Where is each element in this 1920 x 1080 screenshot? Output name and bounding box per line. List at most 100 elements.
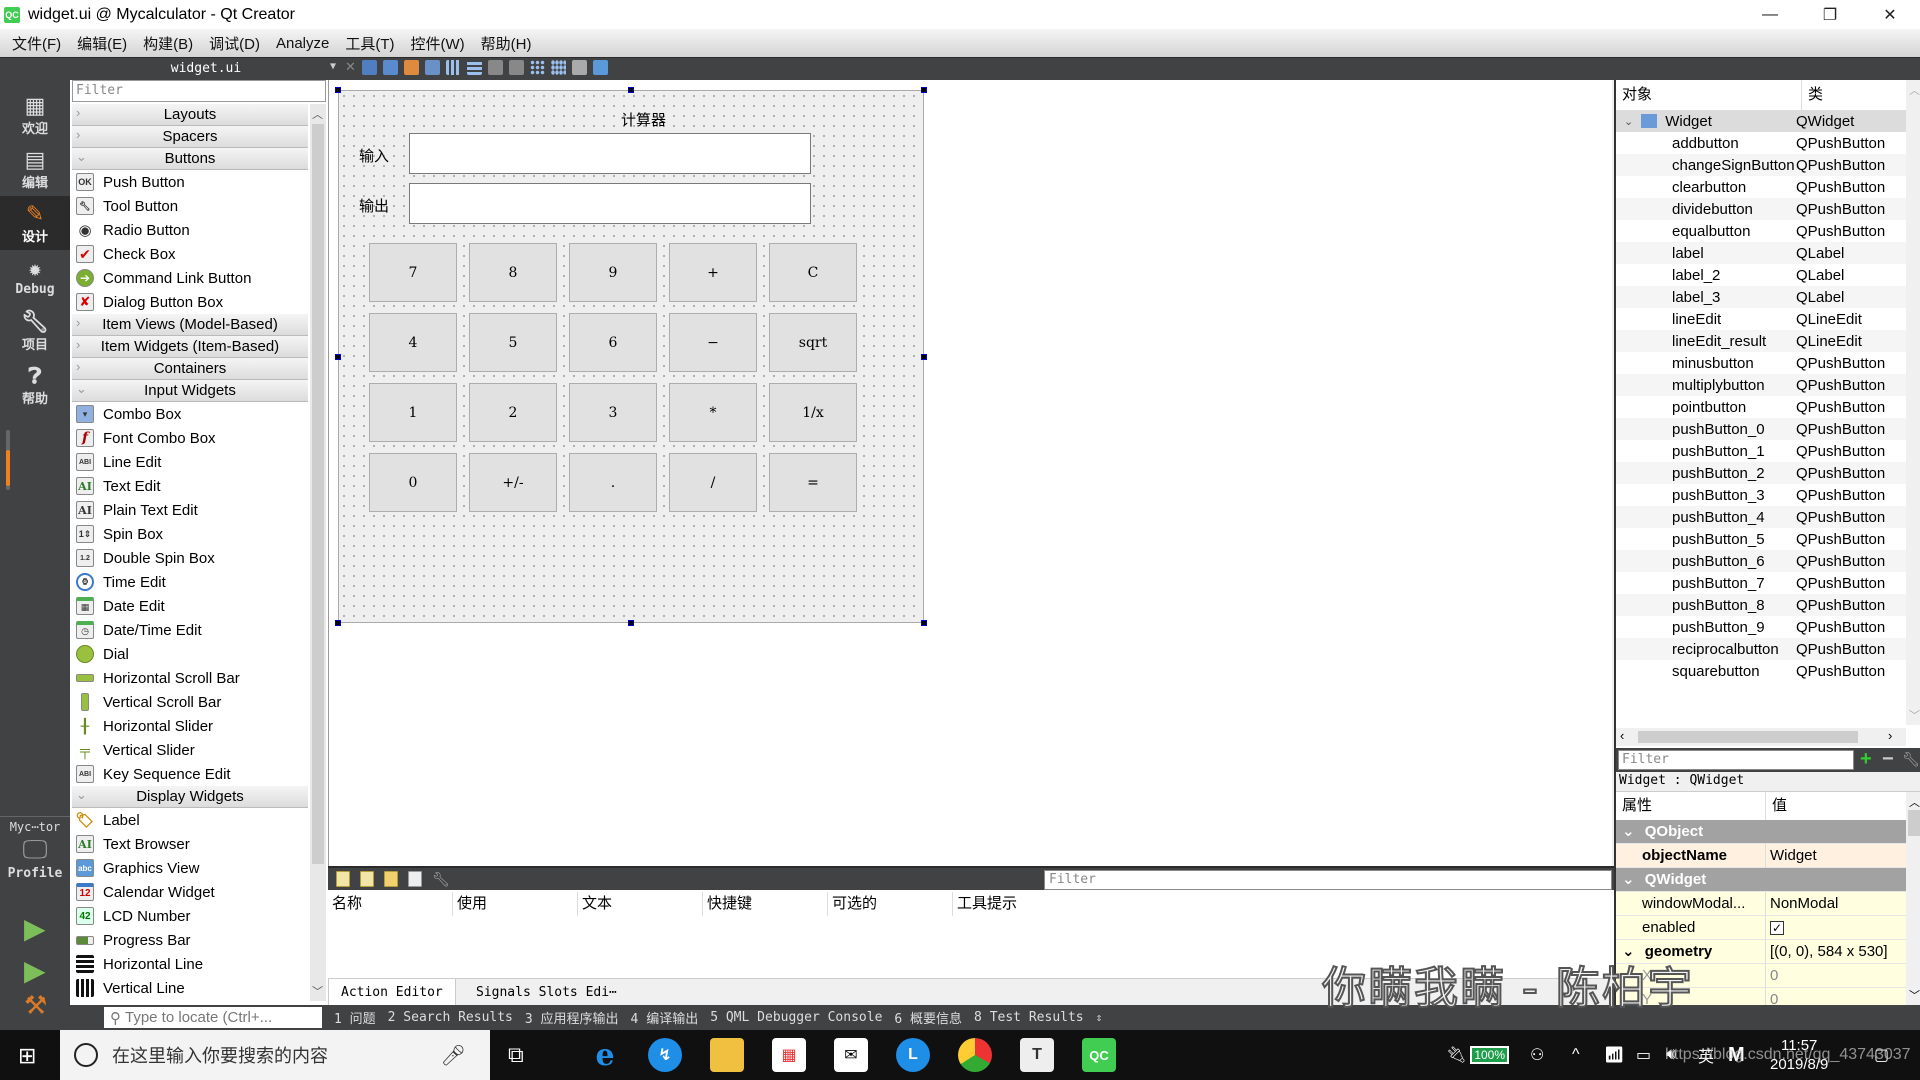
form-title-label[interactable]: 计算器	[621, 109, 666, 130]
widget-time-edit[interactable]: ⌚︎ Time Edit	[72, 570, 308, 594]
output-label[interactable]: 输出	[359, 195, 389, 216]
wifi-icon[interactable]: 📶︎	[1604, 1030, 1624, 1080]
copy-action-icon[interactable]	[360, 871, 374, 887]
input-line-edit[interactable]	[409, 133, 811, 174]
widget-double-spin-box[interactable]: 1.2 Double Spin Box	[72, 546, 308, 570]
widget-filter-input[interactable]: Filter	[72, 80, 326, 102]
locator-input[interactable]: ⚲ Type to locate (Ctrl+...	[104, 1007, 322, 1028]
edit-widgets-icon[interactable]	[361, 59, 377, 75]
button-8[interactable]: 8	[469, 243, 557, 302]
column-value[interactable]: 值	[1766, 792, 1787, 820]
scrollbar-thumb[interactable]	[312, 124, 324, 864]
battery-indicator[interactable]: 🔌︎ 100%	[1446, 1030, 1510, 1080]
widget-dial[interactable]: Dial	[72, 642, 308, 666]
category-containers[interactable]: › Containers	[72, 358, 308, 380]
column-tooltip[interactable]: 工具提示	[953, 892, 1078, 916]
chrome-icon[interactable]	[958, 1038, 992, 1072]
equal-button[interactable]: =	[769, 453, 857, 512]
resize-handle-top-left[interactable]	[335, 87, 341, 93]
task-view-icon[interactable]: ⧉	[508, 1042, 524, 1068]
edit-tab-order-icon[interactable]	[424, 59, 440, 75]
widget-text-edit[interactable]: AI Text Edit	[72, 474, 308, 498]
tree-item[interactable]: reciprocalbutton QPushButton	[1616, 638, 1906, 660]
point-button[interactable]: .	[569, 453, 657, 512]
tree-item[interactable]: dividebutton QPushButton	[1616, 198, 1906, 220]
category-input-widgets[interactable]: ⌄ Input Widgets	[72, 380, 308, 402]
layout-vertical-icon[interactable]	[466, 59, 482, 75]
button-6[interactable]: 6	[569, 313, 657, 372]
widget-date-edit[interactable]: ▦ Date Edit	[72, 594, 308, 618]
property-row[interactable]: windowModal... NonModal	[1616, 891, 1906, 916]
scroll-down-icon[interactable]: ﹀	[1909, 707, 1920, 723]
widget-lcd-number[interactable]: 42 LCD Number	[72, 904, 308, 928]
chevron-down-icon[interactable]: ⌄	[1622, 823, 1639, 840]
layout-horizontal-icon[interactable]	[445, 59, 461, 75]
column-name[interactable]: 名称	[328, 892, 453, 916]
resize-handle-top-right[interactable]	[921, 87, 927, 93]
scroll-up-icon[interactable]: ︿	[312, 106, 323, 122]
tree-item[interactable]: label_3 QLabel	[1616, 286, 1906, 308]
chevron-down-icon[interactable]: ⌄	[1622, 871, 1639, 888]
widget-tool-button[interactable]: 🔧︎ Tool Button	[72, 194, 308, 218]
column-class[interactable]: 类	[1802, 80, 1823, 110]
tree-item[interactable]: label QLabel	[1616, 242, 1906, 264]
property-filter-input[interactable]: Filter	[1618, 750, 1854, 770]
clear-button[interactable]: C	[769, 243, 857, 302]
column-object[interactable]: 对象	[1616, 80, 1802, 110]
widget-dialog-button-box[interactable]: ✘ Dialog Button Box	[72, 290, 308, 314]
widget-horizontal-line[interactable]: Horizontal Line	[72, 952, 308, 976]
tab-action-editor[interactable]: Action Editor	[328, 979, 456, 1006]
widget-datetime-edit[interactable]: ◷ Date/Time Edit	[72, 618, 308, 642]
mode-help[interactable]: ❓︎ 帮助	[0, 358, 70, 412]
property-group[interactable]: ⌄ QObject	[1616, 820, 1906, 844]
scroll-up-icon[interactable]: ︿	[1909, 794, 1920, 810]
layout-grid-icon[interactable]	[529, 59, 545, 75]
category-display-widgets[interactable]: ⌄ Display Widgets	[72, 786, 308, 808]
tree-item[interactable]: addbutton QPushButton	[1616, 132, 1906, 154]
tree-item[interactable]: pushButton_8 QPushButton	[1616, 594, 1906, 616]
store-icon[interactable]: ▦	[772, 1038, 806, 1072]
windows-start-icon[interactable]: ⊞	[18, 1043, 36, 1069]
widget-text-browser[interactable]: AI Text Browser	[72, 832, 308, 856]
more-tabs-icon[interactable]: ⇕	[1096, 1011, 1103, 1024]
menu-analyze[interactable]: Analyze	[268, 35, 337, 52]
new-action-icon[interactable]	[336, 871, 350, 887]
button-4[interactable]: 4	[369, 313, 457, 372]
column-checkable[interactable]: 可选的	[828, 892, 953, 916]
column-used[interactable]: 使用	[453, 892, 578, 916]
file-explorer-icon[interactable]	[710, 1038, 744, 1072]
multiply-button[interactable]: *	[669, 383, 757, 442]
scroll-left-icon[interactable]: ‹	[1620, 728, 1624, 743]
sqrt-button[interactable]: sqrt	[769, 313, 857, 372]
tree-item[interactable]: pushButton_4 QPushButton	[1616, 506, 1906, 528]
input-label[interactable]: 输入	[359, 145, 389, 166]
widget-spin-box[interactable]: 1⇕ Spin Box	[72, 522, 308, 546]
mode-welcome[interactable]: ▦ 欢迎	[0, 88, 70, 142]
adjust-size-icon[interactable]	[592, 59, 608, 75]
tree-item[interactable]: pushButton_0 QPushButton	[1616, 418, 1906, 440]
battery-icon[interactable]: ▭	[1636, 1030, 1651, 1080]
property-editor-vscroll[interactable]: ︿ ﹀	[1906, 792, 1920, 1005]
tree-item[interactable]: pushButton_2 QPushButton	[1616, 462, 1906, 484]
property-row[interactable]: objectName Widget	[1616, 843, 1906, 868]
remove-dynamic-property-icon[interactable]: −	[1882, 748, 1894, 771]
widget-vertical-line[interactable]: Vertical Line	[72, 976, 308, 1000]
configure-wrench-icon[interactable]: 🔧︎	[1902, 751, 1920, 768]
widget-push-button[interactable]: OK Push Button	[72, 170, 308, 194]
button-3[interactable]: 3	[569, 383, 657, 442]
menu-tools[interactable]: 工具(T)	[337, 33, 402, 54]
edge-icon[interactable]: e	[588, 1038, 622, 1073]
widget-plain-text-edit[interactable]: AI Plain Text Edit	[72, 498, 308, 522]
category-item-views[interactable]: › Item Views (Model-Based)	[72, 314, 308, 336]
configure-wrench-icon[interactable]: 🔧︎	[432, 871, 450, 888]
column-text[interactable]: 文本	[578, 892, 703, 916]
tree-root-widget[interactable]: ⌄ Widget QWidget	[1616, 110, 1906, 132]
button-1[interactable]: 1	[369, 383, 457, 442]
tree-item[interactable]: pushButton_1 QPushButton	[1616, 440, 1906, 462]
scrollbar-thumb[interactable]	[1638, 731, 1858, 743]
object-inspector-vscroll[interactable]: ︿ ﹀	[1906, 80, 1920, 725]
widget-vertical-slider[interactable]: ╤ Vertical Slider	[72, 738, 308, 762]
output-line-edit[interactable]	[409, 183, 811, 224]
debug-run-icon[interactable]: ▶	[24, 954, 46, 987]
scroll-down-icon[interactable]: ﹀	[1909, 987, 1920, 1003]
